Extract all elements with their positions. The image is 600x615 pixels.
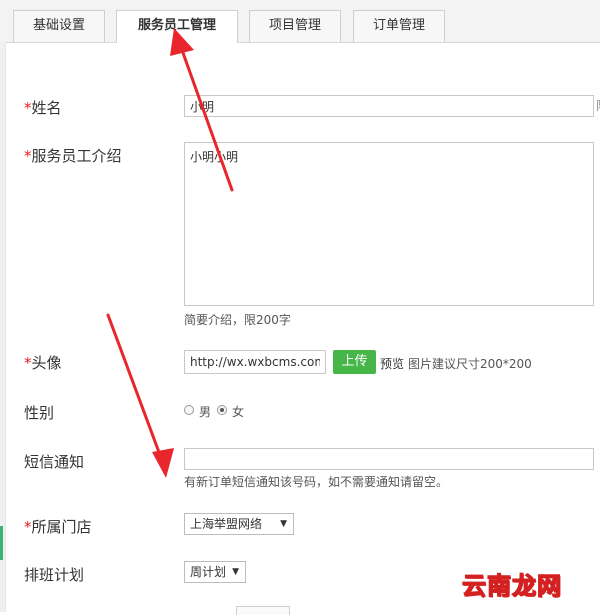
watermark-logo: 云南龙网 [461,571,562,600]
annotation-arrows [106,28,234,478]
annotation-arrow-up [170,28,234,192]
annotation-arrow-down [106,313,174,478]
